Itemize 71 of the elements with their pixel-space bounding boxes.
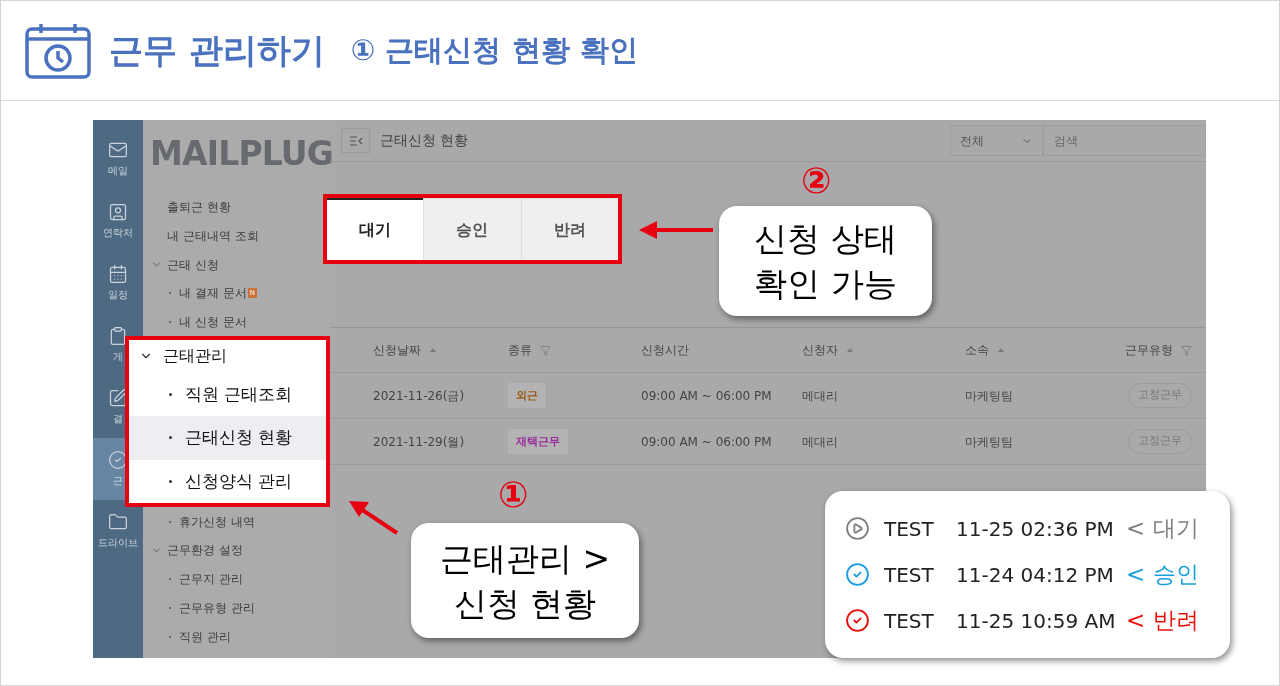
rail-item[interactable]: 드라이브 <box>93 500 143 562</box>
table-cell-text: 마케팅팀 <box>965 387 1013 405</box>
rail-icon <box>108 202 128 222</box>
status-tab[interactable]: 승인 <box>423 198 521 260</box>
sort-icon <box>998 348 1004 352</box>
column-header[interactable]: 신청자 <box>802 341 838 359</box>
filter-select[interactable]: 전체 <box>950 125 1043 156</box>
callout-text: 신청 상태 <box>754 218 897 260</box>
menu-item[interactable]: 근무지 관리 <box>179 570 243 589</box>
step-number: ② <box>801 163 832 199</box>
callout-text: 확인 가능 <box>754 263 897 305</box>
callout-text: 근태관리 > <box>439 537 611 580</box>
rail-item[interactable]: 일정 <box>93 252 143 314</box>
logo: MAILPLUG <box>150 134 330 174</box>
table-cell-text: 마케팅팀 <box>965 433 1013 451</box>
menu-item[interactable]: 근태신청 현황 <box>129 416 326 460</box>
legend-status: < 승인 <box>1126 560 1199 590</box>
search-field[interactable]: 검색 <box>1043 125 1206 156</box>
column-header[interactable]: 근무유형 <box>1125 341 1173 359</box>
menu-group[interactable]: 근태관리 <box>163 344 227 369</box>
menu-toggle-button[interactable] <box>341 128 370 153</box>
column-header[interactable]: 신청날짜 <box>373 341 421 359</box>
tag-label: 외근 <box>516 389 538 402</box>
legend-time: 11-25 10:59 AM <box>956 607 1117 635</box>
rail-item[interactable]: 연락처 <box>93 190 143 252</box>
menu-item[interactable]: 내 근태내역 조회 <box>167 227 259 246</box>
legend-name: TEST <box>884 561 935 589</box>
table-cell-text: 09:00 AM ~ 06:00 PM <box>641 433 772 451</box>
tag-label: 재택근무 <box>516 435 560 448</box>
table-cell-text: 메대리 <box>802 433 838 451</box>
menu-item[interactable]: 직원 관리 <box>179 627 231 646</box>
rail-item[interactable]: 메일 <box>93 128 143 190</box>
legend-time: 11-25 02:36 PM <box>956 515 1115 543</box>
table-cell-text: 2021-11-26(금) <box>373 387 465 405</box>
pointer-arrow <box>349 501 399 535</box>
sort-icon <box>847 348 853 352</box>
legend-name: TEST <box>884 607 935 635</box>
filter-icon[interactable] <box>1181 344 1192 356</box>
step-number: ① <box>498 477 529 513</box>
rail-icon <box>108 450 128 470</box>
rail-icon <box>108 388 128 408</box>
menu-item[interactable]: 내 신청 문서 <box>179 313 247 332</box>
page-title: 근무 관리하기 <box>109 29 325 72</box>
table-cell-text: 메대리 <box>802 387 838 405</box>
rail-icon <box>108 512 128 532</box>
rail-icon <box>108 140 128 160</box>
calendar-clock-icon <box>25 22 91 79</box>
rail-icon <box>108 264 128 284</box>
menu-item[interactable]: 근무환경 설정 <box>167 541 243 560</box>
menu-item[interactable]: 근무유형 관리 <box>179 598 255 617</box>
menu-item[interactable]: 휴가신청 내역 <box>179 512 255 531</box>
table-cell-text: 09:00 AM ~ 06:00 PM <box>641 387 772 405</box>
table-cell-text: 2021-11-29(월) <box>373 433 465 451</box>
page-subtitle: ① 근태신청 현황 확인 <box>350 31 638 69</box>
menu-collapse-icon <box>348 135 363 146</box>
column-header[interactable]: 소속 <box>965 341 989 359</box>
column-header[interactable]: 신청시간 <box>641 341 689 359</box>
legend-status: < 반려 <box>1126 606 1199 636</box>
menu-item[interactable]: 근태 신청 <box>167 255 219 274</box>
column-header[interactable]: 종류 <box>508 341 532 359</box>
callout-text: 신청 현황 <box>453 582 597 625</box>
legend-name: TEST <box>884 515 935 543</box>
filter-icon[interactable] <box>540 344 551 356</box>
menu-item[interactable]: 출퇴근 현황 <box>167 198 231 217</box>
sort-icon <box>430 348 436 352</box>
legend-status: < 대기 <box>1126 514 1199 544</box>
legend-time: 11-24 04:12 PM <box>956 561 1115 589</box>
page-heading: 근태신청 현황 <box>380 131 469 150</box>
rail-icon <box>108 326 128 346</box>
status-tab[interactable]: 반려 <box>520 198 618 260</box>
menu-item[interactable]: 내 결재 문서 <box>179 284 247 303</box>
